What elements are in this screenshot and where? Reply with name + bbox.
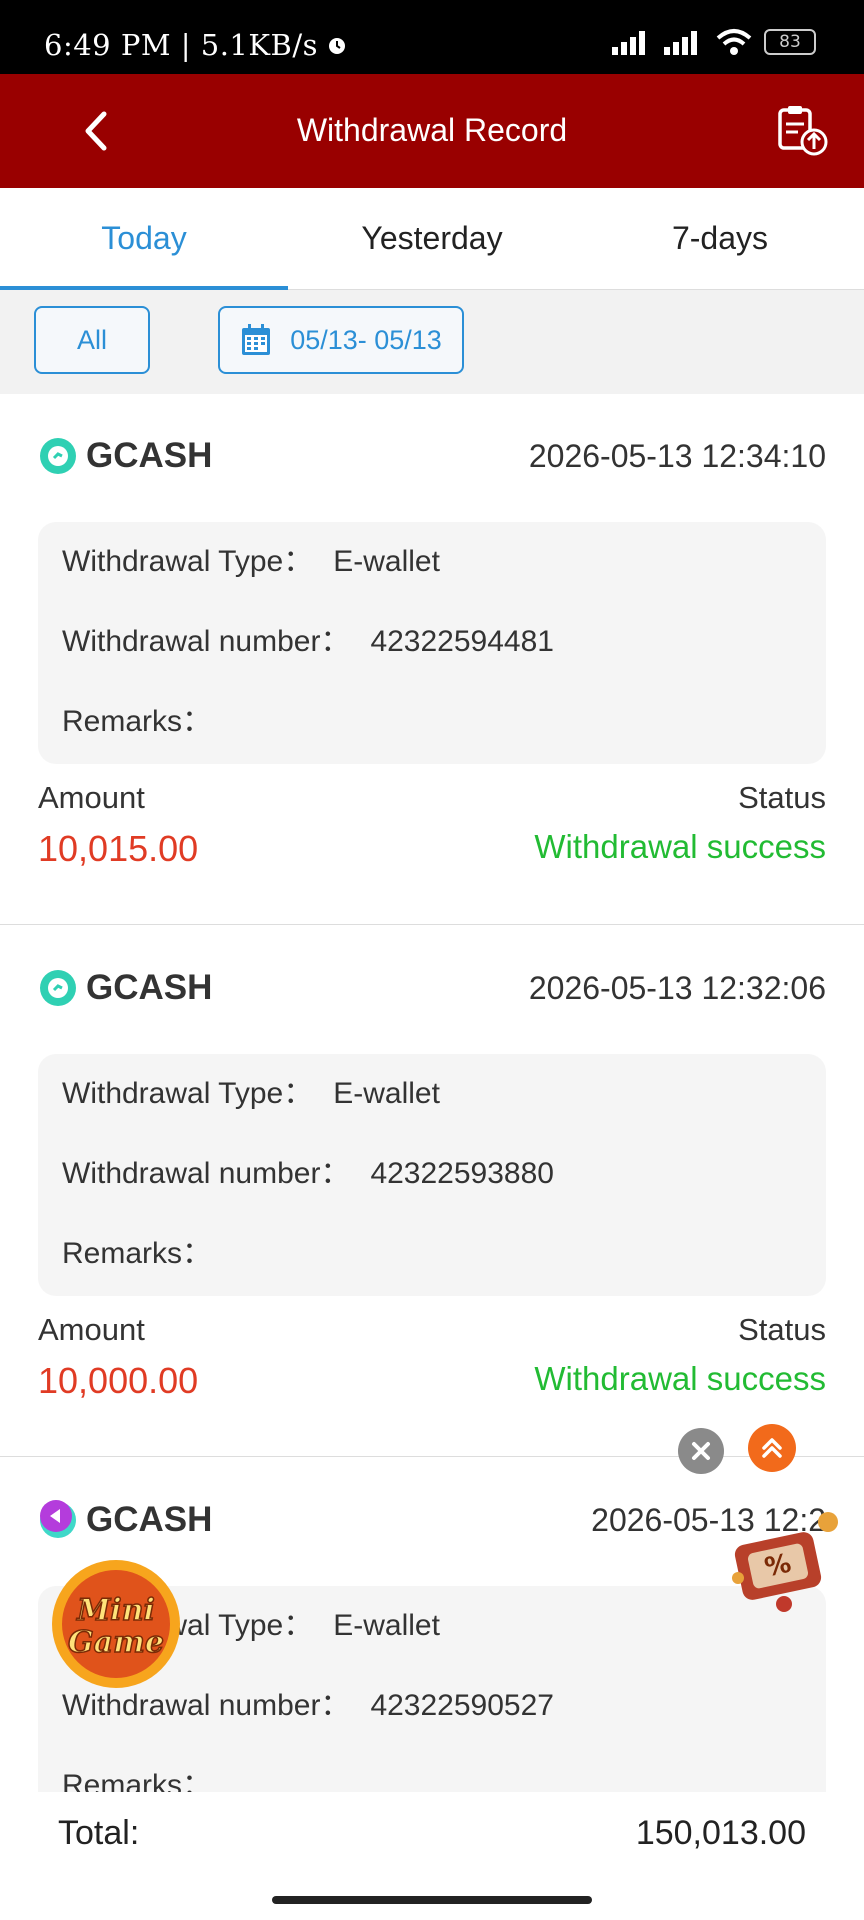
amount-value: 10,015.00 — [38, 828, 199, 869]
record-divider — [0, 924, 864, 925]
home-indicator[interactable] — [272, 1896, 592, 1904]
close-icon — [692, 1442, 710, 1460]
status-value: Withdrawal success — [534, 1360, 826, 1397]
amount-label: Amount — [38, 780, 145, 815]
header-bar: Withdrawal Record — [0, 74, 864, 188]
amount-label: Amount — [38, 1312, 145, 1347]
amount-value: 10,000.00 — [38, 1360, 199, 1401]
page-title: Withdrawal Record — [296, 112, 568, 148]
withdrawal-number-label: Withdrawal number： — [62, 1689, 351, 1722]
type-filter-button[interactable]: All — [34, 306, 150, 374]
calendar-icon — [242, 324, 271, 355]
withdrawal-type-value: E-wallet — [333, 1077, 440, 1110]
system-status-bar: 6:49 PM | 5.1KB/s 83 — [0, 0, 864, 74]
record-brand-name: GCASH — [86, 1500, 213, 1539]
tab-today[interactable]: Today — [0, 188, 288, 290]
record-brand: GCASH — [38, 968, 212, 1008]
double-chevron-up-icon — [762, 1438, 782, 1458]
status-time: 6:49 PM | 5.1KB/s — [44, 28, 348, 62]
battery-icon: 83 — [764, 29, 816, 55]
withdrawal-number-value: 42322594481 — [370, 625, 554, 658]
record-brand-name: GCASH — [86, 436, 213, 475]
remarks-label: Remarks： — [62, 705, 213, 738]
record-brand-name: GCASH — [86, 968, 213, 1007]
type-filter-label: All — [76, 324, 107, 355]
wifi-icon — [716, 29, 752, 55]
record-details: Withdrawal Type： E-wallet Withdrawal numb… — [38, 522, 826, 764]
signal-icon-2 — [664, 31, 697, 55]
remarks-label: Remarks： — [62, 1237, 213, 1270]
status-value: Withdrawal success — [534, 828, 826, 865]
record-header: GCASH 2026-05-13 12:32:06 — [38, 966, 826, 1010]
remarks-row: Remarks： — [62, 682, 802, 762]
clipboard-upload-icon[interactable] — [774, 102, 830, 158]
date-range-label: 05/13- 05/13 — [290, 324, 442, 355]
record-details: Withdrawal Type： E-wallet Withdrawal numb… — [38, 1054, 826, 1296]
record-time: 2026-05-13 12:34:10 — [528, 437, 826, 474]
withdrawal-type-value: E-wallet — [333, 545, 440, 578]
signal-icon — [612, 31, 645, 55]
withdrawal-number-row: Withdrawal number： 42322593880 — [62, 1134, 802, 1214]
close-float-button[interactable] — [678, 1428, 724, 1474]
gcash-logo-icon — [40, 1500, 76, 1538]
tab-7-days[interactable]: 7-days — [576, 188, 864, 289]
gcash-logo-icon — [40, 438, 76, 474]
status-icons: 83 — [612, 28, 816, 56]
record-brand: GCASH — [38, 436, 212, 476]
record-header: GCASH 2026-05-13 12:34:10 — [38, 434, 826, 478]
withdrawal-number-row: Withdrawal number： 42322594481 — [62, 602, 802, 682]
remarks-row: Remarks： — [62, 1214, 802, 1294]
svg-text:Game: Game — [68, 1625, 164, 1660]
withdrawal-number-value: 42322590527 — [370, 1689, 554, 1722]
status-label: Status — [738, 1312, 826, 1347]
withdrawal-record[interactable]: GCASH 2026-05-13 12:32:06 Withdrawal Typ… — [0, 926, 864, 1456]
svg-text:Mini: Mini — [76, 1593, 155, 1628]
withdrawal-number-value: 42322593880 — [370, 1157, 554, 1190]
withdrawal-type-row: Withdrawal Type： E-wallet — [62, 522, 802, 602]
remarks-label: Remarks： — [62, 1769, 213, 1792]
filter-bar: All 05/13- 05/13 — [0, 290, 864, 394]
remarks-row: Remarks： — [62, 1746, 802, 1792]
alarm-icon — [329, 38, 346, 54]
tab-yesterday[interactable]: Yesterday — [288, 188, 576, 289]
withdrawal-number-label: Withdrawal number： — [62, 625, 351, 658]
withdrawal-type-row: Withdrawal Type： E-wallet — [62, 1054, 802, 1134]
total-bar: Total: 150,013.00 — [0, 1792, 864, 1920]
status-label: Status — [738, 780, 826, 815]
record-brand: GCASH — [38, 1498, 212, 1542]
mini-game-badge[interactable]: Mini Game — [46, 1552, 206, 1692]
status-time-text: 6:49 PM | 5.1KB/s — [44, 28, 319, 62]
withdrawal-type-label: Withdrawal Type： — [62, 545, 314, 578]
total-label: Total: — [58, 1814, 140, 1852]
total-value: 150,013.00 — [635, 1814, 806, 1852]
record-divider — [0, 1456, 864, 1457]
withdrawal-type-label: Withdrawal Type： — [62, 1077, 314, 1110]
date-range-button[interactable]: 05/13- 05/13 — [218, 306, 464, 374]
withdrawal-record[interactable]: GCASH 2026-05-13 12:34:10 Withdrawal Typ… — [0, 394, 864, 924]
withdrawal-number-label: Withdrawal number： — [62, 1157, 351, 1190]
promo-gift-icon[interactable]: % — [724, 1508, 848, 1618]
date-tabs: Today Yesterday 7-days — [0, 188, 864, 290]
record-header: GCASH 2026-05-13 12:2 — [38, 1498, 826, 1542]
gcash-logo-icon — [40, 970, 76, 1006]
record-time: 2026-05-13 12:32:06 — [528, 969, 826, 1006]
withdrawal-type-value: E-wallet — [333, 1609, 440, 1642]
scroll-top-button[interactable] — [748, 1424, 796, 1472]
